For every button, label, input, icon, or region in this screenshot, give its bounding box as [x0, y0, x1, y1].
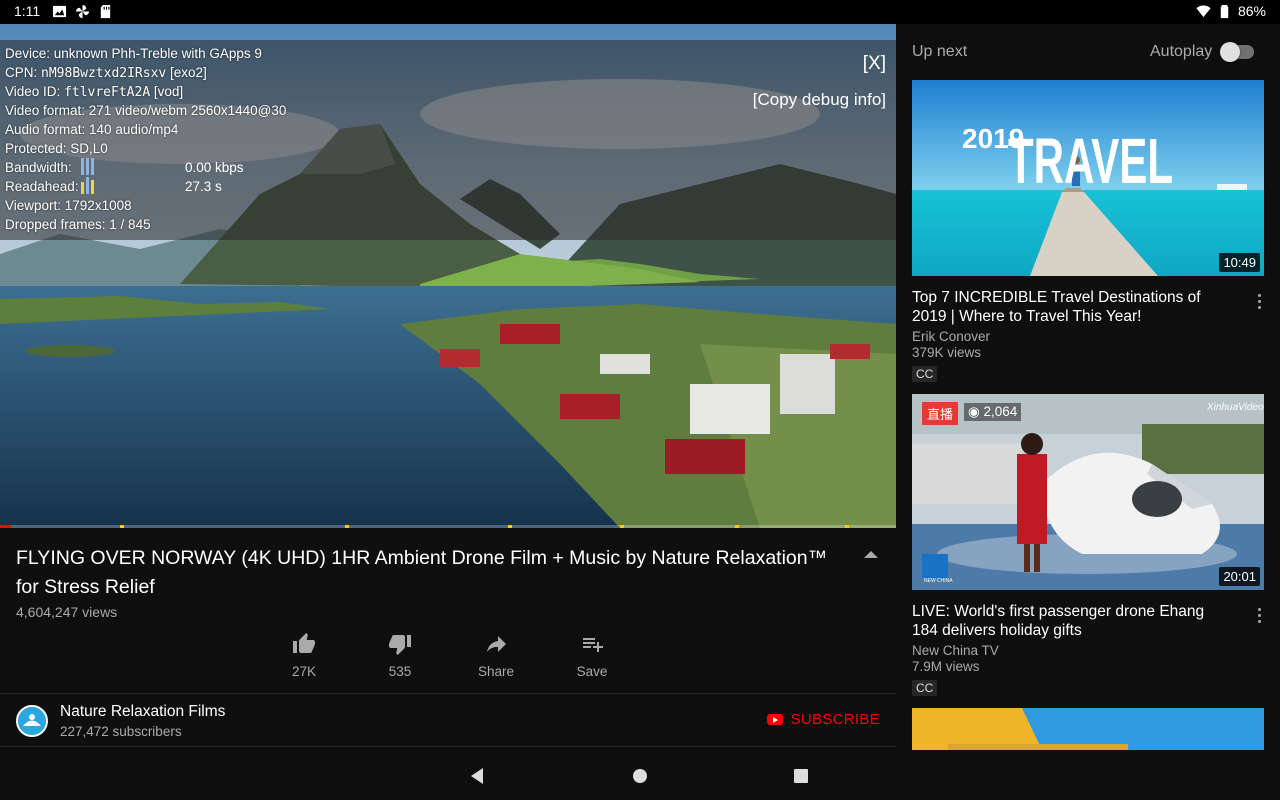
- recommended-channel: New China TV: [912, 643, 999, 658]
- notification-icons: [52, 4, 113, 19]
- divider: [0, 746, 896, 747]
- channel-row: Nature Relaxation Films 227,472 subscrib…: [0, 694, 896, 746]
- share-button[interactable]: Share: [448, 632, 544, 679]
- autoplay-label: Autoplay: [1150, 43, 1213, 60]
- channel-logo-icon: [18, 707, 46, 735]
- wifi-icon: [1196, 4, 1211, 17]
- copy-debug-info-button[interactable]: [Copy debug info]: [753, 90, 886, 110]
- dislike-button[interactable]: 535: [352, 632, 448, 679]
- system-icons: 86%: [1196, 3, 1266, 19]
- video-player[interactable]: Device: unknown Phh-Treble with GApps 9 …: [0, 24, 896, 528]
- cc-badge: CC: [912, 366, 938, 382]
- chapter-marker: [345, 525, 349, 528]
- recommended-views: 7.9M views: [912, 659, 980, 674]
- fan-icon: [75, 4, 90, 19]
- like-button[interactable]: 27K: [256, 632, 352, 679]
- progress-bar[interactable]: [0, 525, 896, 528]
- collapse-details-icon[interactable]: [864, 551, 878, 558]
- more-options-icon[interactable]: [1258, 294, 1262, 310]
- debug-bandwidth-value: 0.00 kbps: [185, 160, 244, 175]
- share-icon: [487, 636, 506, 652]
- navigation-bar: [0, 752, 896, 800]
- chapter-marker: [120, 525, 124, 528]
- thumbnail-image: [912, 708, 1264, 750]
- save-label: Save: [576, 664, 608, 679]
- live-viewers: ◉ 2,064: [964, 403, 1022, 421]
- back-icon[interactable]: [467, 766, 487, 786]
- status-time: 1:11: [14, 3, 41, 19]
- channel-name[interactable]: Nature Relaxation Films: [60, 703, 225, 721]
- video-duration: 20:01: [1219, 567, 1260, 586]
- debug-audio-format: Audio format: 140 audio/mp4: [5, 122, 179, 137]
- playlist-add-icon: [583, 638, 603, 652]
- recommended-video-title[interactable]: LIVE: World's first passenger drone Ehan…: [912, 602, 1232, 640]
- subscribe-label: SUBSCRIBE: [790, 711, 880, 728]
- save-button[interactable]: Save: [544, 632, 640, 679]
- video-duration: 10:49: [1219, 253, 1260, 272]
- autoplay-toggle[interactable]: [1220, 42, 1254, 62]
- chapter-marker: [845, 525, 849, 528]
- chapter-marker: [735, 525, 739, 528]
- debug-video-id: Video ID: ftlvreFtA2A [vod]: [5, 84, 184, 100]
- subscribe-button[interactable]: SUBSCRIBE: [766, 711, 880, 728]
- action-bar: 27K 535 Share Save: [256, 632, 640, 679]
- thumb-title-text: TRAVEL: [1008, 125, 1173, 197]
- view-count: 4,604,247 views: [16, 604, 118, 620]
- video-thumbnail[interactable]: [912, 708, 1264, 750]
- video-title: FLYING OVER NORWAY (4K UHD) 1HR Ambient …: [16, 547, 828, 598]
- thumbs-up-icon: [293, 633, 315, 653]
- status-bar: 1:11 86%: [0, 0, 1280, 24]
- debug-viewport: Viewport: 1792x1008: [5, 198, 132, 213]
- home-icon[interactable]: [630, 766, 650, 786]
- chapter-marker: [508, 525, 512, 528]
- battery-level: 86%: [1237, 3, 1266, 19]
- debug-overlay: Device: unknown Phh-Treble with GApps 9 …: [0, 40, 896, 240]
- progress-played: [0, 525, 11, 528]
- live-badge: 直播: [922, 402, 959, 425]
- debug-readahead-label: Readahead:: [5, 179, 79, 194]
- thumb-watermark: XinhuaVideo: [1206, 402, 1264, 413]
- sd-card-icon: [100, 4, 111, 19]
- recommended-views: 379K views: [912, 345, 982, 360]
- recommended-video-title[interactable]: Top 7 INCREDIBLE Travel Destinations of …: [912, 288, 1232, 326]
- readahead-graph: [81, 177, 98, 194]
- battery-icon: [1220, 4, 1229, 18]
- like-count: 27K: [291, 664, 317, 679]
- recents-icon[interactable]: [791, 766, 811, 786]
- up-next-sidebar: Up next Autoplay 2019 TRAVEL 10:49 Top 7…: [896, 24, 1280, 800]
- thumb-logo-text: NEW CHINA: [924, 578, 953, 584]
- up-next-heading: Up next: [912, 43, 968, 60]
- recommended-channel: Erik Conover: [912, 329, 991, 344]
- more-options-icon[interactable]: [1258, 608, 1262, 624]
- chapter-marker: [620, 525, 624, 528]
- share-label: Share: [477, 664, 515, 679]
- debug-protected: Protected: SD,L0: [5, 141, 108, 156]
- subscriber-count: 227,472 subscribers: [60, 724, 182, 739]
- close-debug-button[interactable]: [X]: [863, 53, 886, 75]
- thumbnail-image: XinhuaVideo NEW CHINA: [912, 394, 1264, 590]
- thumbnail-image: 2019 TRAVEL: [912, 80, 1264, 276]
- eye-icon: ◉: [968, 404, 984, 419]
- video-thumbnail[interactable]: XinhuaVideo NEW CHINA 直播 ◉ 2,064 20:01: [912, 394, 1264, 590]
- image-icon: [52, 5, 67, 18]
- debug-bandwidth-label: Bandwidth:: [5, 160, 72, 175]
- bandwidth-graph: [81, 158, 98, 175]
- debug-dropped-frames: Dropped frames: 1 / 845: [5, 217, 151, 232]
- debug-video-format: Video format: 271 video/webm 2560x1440@3…: [5, 103, 287, 118]
- dislike-count: 535: [388, 664, 412, 679]
- cc-badge: CC: [912, 680, 938, 696]
- debug-cpn: CPN: nM98Bwztxd2IRsxv [exo2]: [5, 65, 207, 81]
- toggle-knob: [1220, 42, 1240, 62]
- debug-readahead-value: 27.3 s: [185, 179, 222, 194]
- thumbs-down-icon: [389, 635, 411, 655]
- channel-avatar[interactable]: [16, 705, 48, 737]
- debug-device: Device: unknown Phh-Treble with GApps 9: [5, 46, 262, 61]
- video-thumbnail[interactable]: 2019 TRAVEL 10:49: [912, 80, 1264, 276]
- youtube-logo-icon: [766, 714, 783, 725]
